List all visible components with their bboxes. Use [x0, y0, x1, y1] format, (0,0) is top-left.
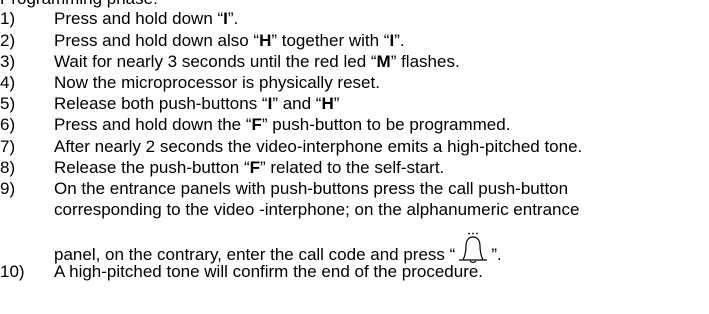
- step-number: 2): [0, 31, 16, 50]
- step-text: On the entrance panels with push-buttons…: [54, 179, 568, 199]
- step-text-segment: Press and hold down also “: [54, 31, 260, 50]
- step-text: corresponding to the video -interphone; …: [54, 200, 579, 220]
- step-text-segment: ” together with “: [271, 31, 390, 50]
- step-text-segment: On the entrance panels with push-buttons…: [54, 179, 569, 198]
- bell-icon: [456, 232, 490, 264]
- step-text-segment: Now the microprocessor is physically res…: [54, 73, 380, 92]
- step-number: 10): [0, 262, 25, 281]
- step-text-segment: Press and hold down the “: [54, 115, 252, 134]
- step-text: Release both push-buttons “I” and “H”: [54, 94, 339, 114]
- step-text: After nearly 2 seconds the video-interph…: [54, 137, 582, 157]
- step-number: 3): [0, 52, 16, 71]
- step-text: Press and hold down “I”.: [54, 9, 238, 29]
- push-button-letter: M: [376, 52, 391, 71]
- step-text: Press and hold down also “H” together wi…: [54, 31, 405, 51]
- step-number: 1): [0, 9, 16, 28]
- step-text-segment: ”.: [491, 245, 502, 264]
- step-text-segment: A high-pitched tone will confirm the end…: [54, 262, 484, 281]
- step-text: panel, on the contrary, enter the call c…: [54, 232, 502, 265]
- step-number: 7): [0, 137, 16, 156]
- step-number: 8): [0, 158, 16, 177]
- step-text: Press and hold down the “F” push-button …: [54, 115, 510, 135]
- push-button-letter: F: [251, 115, 262, 134]
- step-number: 9): [0, 179, 16, 198]
- push-button-letter: H: [259, 31, 272, 50]
- step-text-segment: ” and “: [272, 94, 322, 113]
- step-text-segment: ” push-button to be programmed.: [261, 115, 511, 134]
- step-text-segment: Release both push-buttons “: [54, 94, 268, 113]
- step-text-segment: ” flashes.: [390, 52, 460, 71]
- instruction-page: Programming phase: 1) Press and hold down…: [0, 0, 709, 314]
- step-text-segment: ”.: [394, 31, 405, 50]
- step-number: 6): [0, 115, 16, 134]
- step-text: Wait for nearly 3 seconds until the red …: [54, 52, 460, 72]
- step-text-segment: After nearly 2 seconds the video-interph…: [54, 137, 583, 156]
- step-text-segment: ”: [333, 94, 340, 113]
- step-text: A high-pitched tone will confirm the end…: [54, 262, 483, 282]
- step-text-segment: Release the push-button “: [54, 158, 250, 177]
- step-text-segment: ”.: [227, 9, 239, 28]
- step-text-segment: Press and hold down “: [54, 9, 224, 28]
- push-button-letter: H: [321, 94, 334, 113]
- step-text-segment: corresponding to the video -interphone; …: [54, 200, 580, 219]
- step-number: 4): [0, 73, 16, 92]
- step-text: Now the microprocessor is physically res…: [54, 73, 380, 93]
- step-text-segment: ” related to the self-start.: [260, 158, 445, 177]
- section-heading: Programming phase:: [0, 0, 158, 9]
- push-button-letter: F: [249, 158, 261, 177]
- step-number: 5): [0, 94, 16, 113]
- step-text-segment: Wait for nearly 3 seconds until the red …: [54, 52, 377, 71]
- step-text: Release the push-button “F” related to t…: [54, 158, 444, 178]
